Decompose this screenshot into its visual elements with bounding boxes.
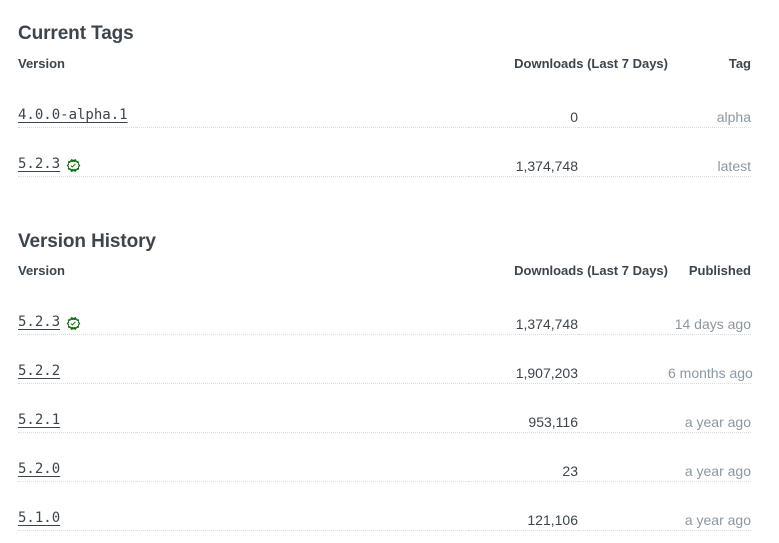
downloads-value: 121,106 [468, 481, 578, 531]
leader-dots [136, 383, 468, 433]
version-history-heading: Version History [18, 230, 156, 252]
leader-dots [136, 79, 468, 128]
downloads-value: 0 [468, 79, 578, 128]
leader-dots [136, 127, 468, 177]
version-link[interactable]: 4.0.0-alpha.1 [18, 105, 128, 125]
header-tag: Tag [728, 56, 751, 71]
table-header-row: Version Downloads (Last 7 Days) Publishe… [18, 262, 751, 286]
leader-dots [578, 79, 668, 128]
leader-dots [136, 334, 468, 384]
version-link[interactable]: 5.2.0 [18, 459, 60, 479]
current-tags-table-body: 4.0.0-alpha.1 0 alpha 5.2.3 1,374,748 latest [18, 79, 751, 177]
version-history-table-body: 5.2.3 1,374,748 14 days ago 5.2.2 1,907,203 6… [18, 286, 753, 531]
version-link[interactable]: 5.2.3 [18, 312, 60, 332]
version-history-table: Version Downloads (Last 7 Days) Publishe… [18, 262, 753, 531]
header-published: Published [688, 263, 751, 278]
header-downloads: Downloads (Last 7 Days) [514, 56, 668, 71]
version-link[interactable]: 5.1.0 [18, 508, 60, 528]
downloads-value: 23 [468, 432, 578, 482]
table-row: 5.2.3 1,374,748 latest [18, 127, 751, 177]
table-row: 5.2.0 23 a year ago [18, 432, 751, 482]
leader-dots [578, 127, 668, 177]
leader-dots [136, 481, 468, 531]
current-tags-table-head: Version Downloads (Last 7 Days) Tag [18, 55, 751, 79]
package-versions-page: Current Tags Version Downloads (Last 7 D… [0, 0, 779, 543]
leader-dots [136, 432, 468, 482]
version-link[interactable]: 5.2.3 [18, 154, 60, 174]
meta-value: 14 days ago [668, 286, 751, 335]
version-cell: 5.2.1 [18, 383, 136, 433]
meta-value: a year ago [668, 432, 751, 482]
version-cell: 5.2.0 [18, 432, 136, 482]
verified-badge-icon [66, 316, 81, 331]
version-link[interactable]: 5.2.1 [18, 410, 60, 430]
table-row: 5.1.0 121,106 a year ago [18, 481, 751, 531]
header-version: Version [18, 263, 65, 278]
current-tags-heading: Current Tags [18, 22, 134, 44]
downloads-value: 953,116 [468, 383, 578, 433]
table-row: 5.2.2 1,907,203 6 months ago [18, 334, 753, 384]
version-cell: 5.2.2 [18, 334, 136, 384]
downloads-value: 1,374,748 [468, 286, 578, 335]
meta-value: a year ago [668, 481, 751, 531]
leader-dots [578, 383, 668, 433]
table-row: 5.2.3 1,374,748 14 days ago [18, 286, 751, 335]
downloads-value: 1,907,203 [468, 334, 578, 384]
leader-dots [578, 286, 668, 335]
version-cell: 5.1.0 [18, 481, 136, 531]
downloads-value: 1,374,748 [468, 127, 578, 177]
table-row: 4.0.0-alpha.1 0 alpha [18, 79, 751, 128]
meta-value: alpha [668, 79, 751, 128]
leader-dots [578, 334, 668, 384]
leader-dots [578, 481, 668, 531]
header-version: Version [18, 56, 65, 71]
verified-badge-icon [66, 158, 81, 173]
current-tags-table: Version Downloads (Last 7 Days) Tag 4.0.… [18, 55, 751, 177]
leader-dots [136, 286, 468, 335]
leader-dots [578, 432, 668, 482]
version-cell: 4.0.0-alpha.1 [18, 79, 136, 128]
meta-value: latest [668, 127, 751, 177]
version-link[interactable]: 5.2.2 [18, 361, 60, 381]
header-downloads: Downloads (Last 7 Days) [514, 263, 668, 278]
version-cell: 5.2.3 [18, 127, 136, 177]
table-row: 5.2.1 953,116 a year ago [18, 383, 751, 433]
version-history-table-head: Version Downloads (Last 7 Days) Publishe… [18, 262, 751, 286]
version-cell: 5.2.3 [18, 286, 136, 335]
table-header-row: Version Downloads (Last 7 Days) Tag [18, 55, 751, 79]
meta-value: 6 months ago [668, 334, 753, 384]
meta-value: a year ago [668, 383, 751, 433]
